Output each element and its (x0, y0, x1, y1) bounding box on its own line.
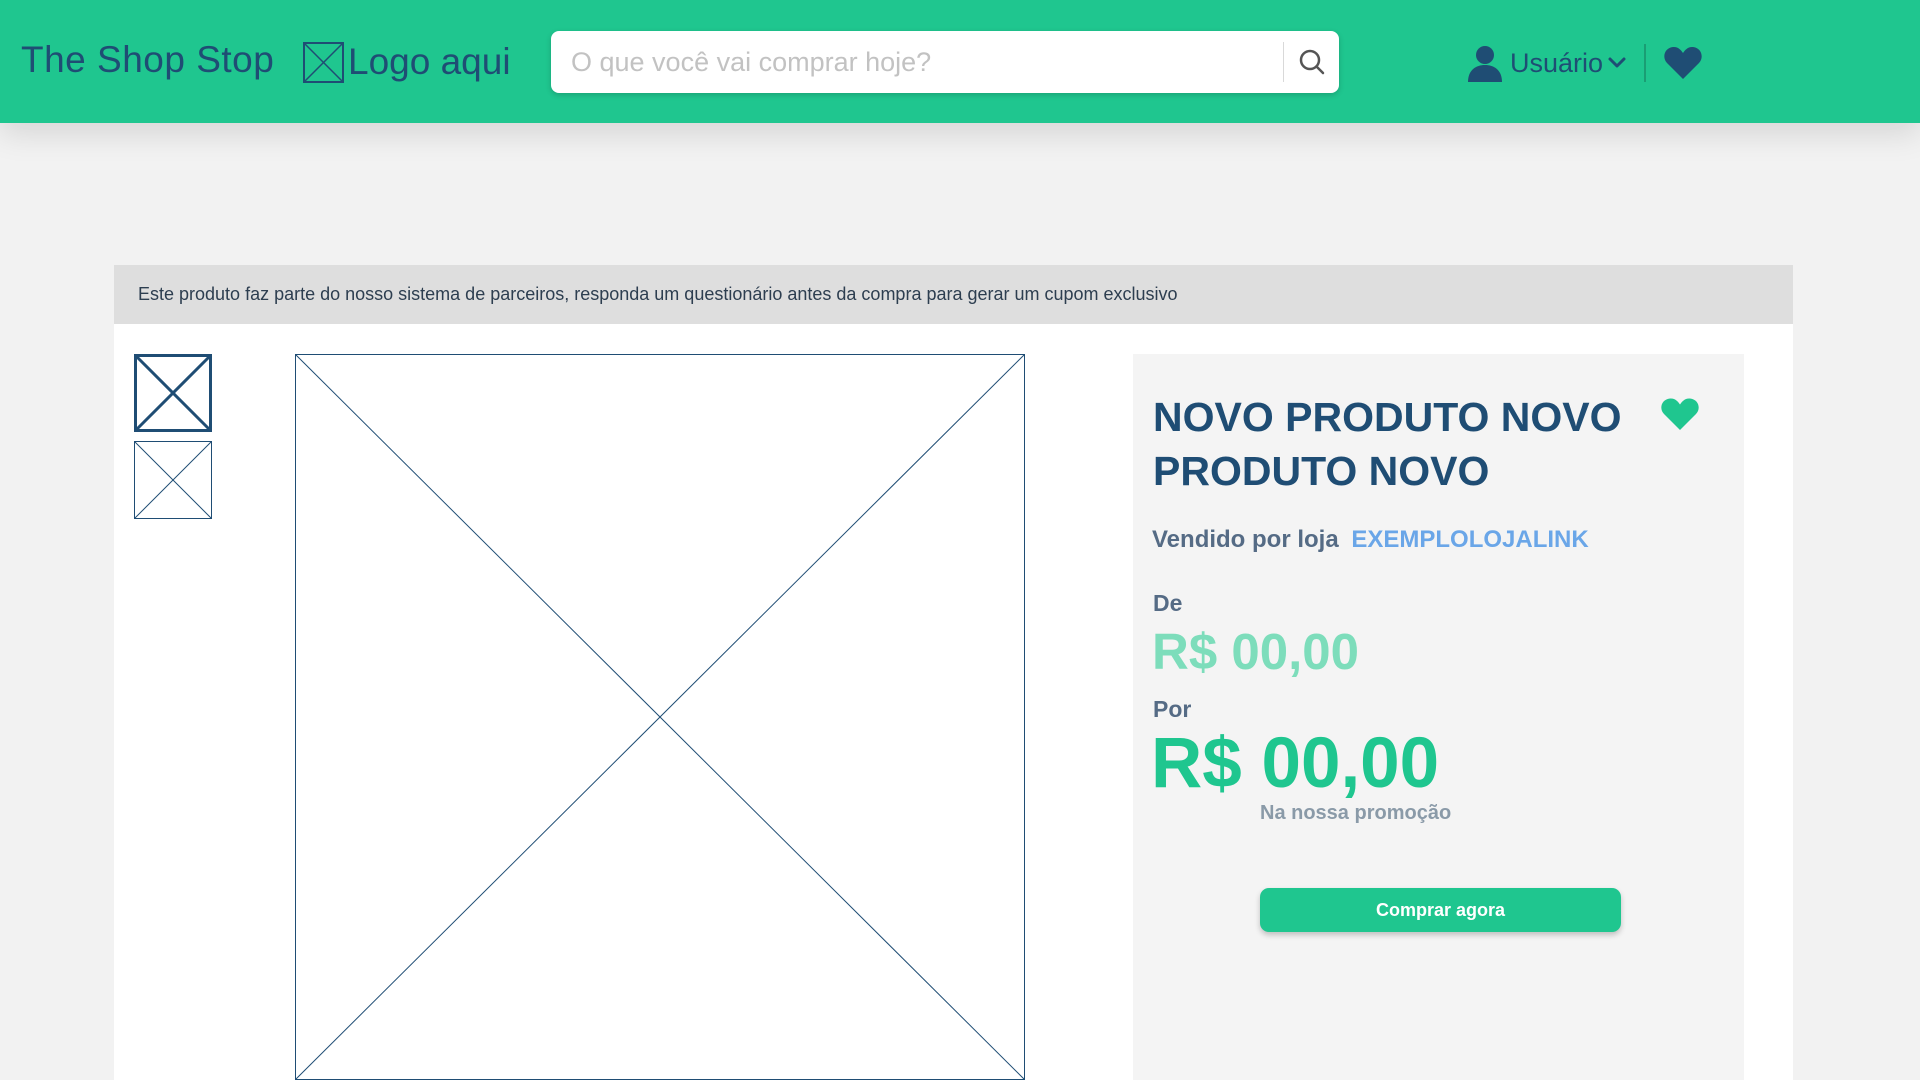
product-info: NOVO PRODUTO NOVO PRODUTO NOVO Vendido p… (1133, 354, 1744, 1080)
add-to-favorites-heart-icon[interactable] (1660, 397, 1700, 432)
user-icon (1468, 46, 1502, 82)
brand-name[interactable]: The Shop Stop (21, 39, 274, 81)
old-price: R$ 00,00 (1152, 623, 1359, 680)
product-panel: Este produto faz parte do nosso sistema … (114, 265, 1793, 1080)
thumbnail-selected[interactable] (134, 354, 212, 432)
search-input[interactable] (551, 31, 1283, 93)
nav-divider (1644, 44, 1646, 82)
search-icon (1299, 49, 1324, 75)
image-placeholder-icon (303, 41, 344, 83)
top-nav-bar: The Shop Stop Logo aqui Usuário (0, 0, 1920, 123)
partner-notice: Este produto faz parte do nosso sistema … (114, 265, 1793, 324)
logo[interactable]: Logo aqui (303, 38, 511, 86)
new-price: R$ 00,00 (1151, 724, 1440, 803)
logo-text: Logo aqui (348, 41, 511, 82)
old-price-label: De (1153, 590, 1183, 616)
product-title: NOVO PRODUTO NOVO PRODUTO NOVO (1153, 394, 1622, 494)
search-button[interactable] (1284, 31, 1339, 93)
thumbnail[interactable] (134, 441, 212, 519)
chevron-down-icon (1608, 57, 1626, 68)
partner-notice-text: Este produto faz parte do nosso sistema … (138, 284, 1178, 304)
product-image (295, 354, 1025, 1080)
user-label: Usuário (1510, 47, 1604, 78)
favorites-heart-icon[interactable] (1663, 45, 1703, 81)
buy-now-button[interactable]: Comprar agora (1260, 888, 1621, 932)
seller-link[interactable]: EXEMPLOLOJALINK (1351, 526, 1588, 553)
seller-prefix: Vendido por loja (1152, 526, 1339, 553)
seller-line: Vendido por loja EXEMPLOLOJALINK (1152, 526, 1589, 554)
search-bar (551, 31, 1339, 93)
user-menu[interactable]: Usuário (1466, 41, 1627, 85)
promo-note: Na nossa promoção (1260, 802, 1452, 824)
